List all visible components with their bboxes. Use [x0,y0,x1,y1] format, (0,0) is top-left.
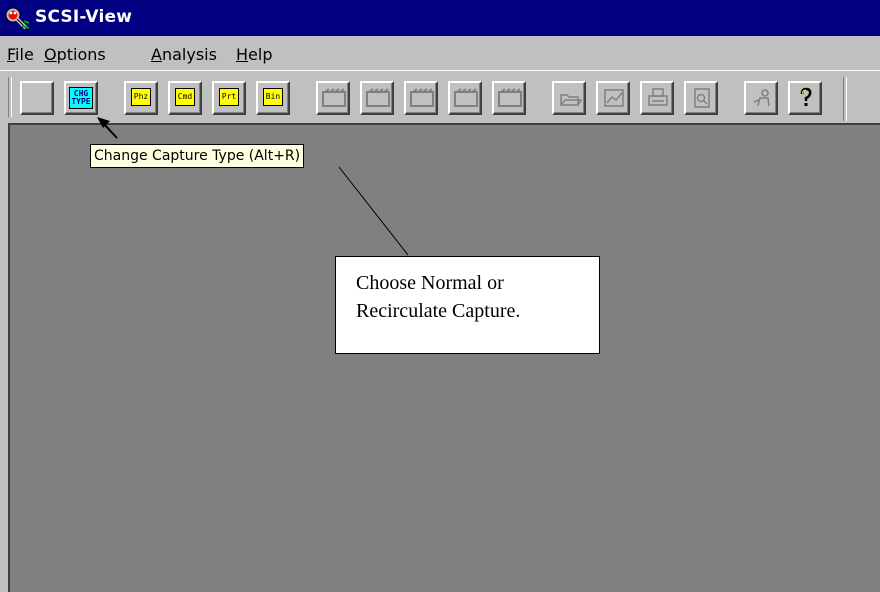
menu-help-mnemonic: H [236,45,249,64]
toolbar: CHG TYPE Phz Cmd Prt Bin [0,70,880,123]
toolbar-divider [843,77,847,121]
menu-file-mnemonic: F [7,45,16,64]
about-icon [753,89,770,107]
protocol-button[interactable]: Prt [212,81,246,115]
callout-line-2: Recirculate Capture. [356,300,521,322]
magnifier-bug-icon [5,7,30,30]
film-button-2[interactable] [360,81,394,115]
blank-button[interactable] [20,81,54,115]
menu-options-label: ptions [56,45,106,64]
protocol-icon: Prt [219,88,239,106]
print-icon [648,88,668,106]
film-icon-2 [366,88,390,107]
film-icon-1 [322,88,346,107]
phases-icon: Phz [131,88,151,106]
binary-data-icon: Bin [263,88,283,106]
main-workspace[interactable] [8,123,880,592]
menu-analysis-mnemonic: A [151,45,162,64]
tooltip: Change Capture Type (Alt+R) [90,144,305,168]
about-button[interactable] [744,81,778,115]
film-icon-4 [454,88,478,107]
callout-line-1: Choose Normal or [356,272,504,294]
print-preview-icon [694,88,710,108]
scsi-view-window: SCSI-View File Options Analysis Help CHG… [0,0,880,592]
print-preview-button[interactable] [684,81,718,115]
film-button-3[interactable] [404,81,438,115]
annotation-callout: Choose Normal or Recirculate Capture. [335,256,600,354]
change-capture-type-button[interactable]: CHG TYPE [64,81,98,115]
window-frame-left [0,123,8,592]
help-icon [800,87,812,106]
phases-button[interactable]: Phz [124,81,158,115]
menu-help-label: elp [248,45,273,64]
commands-button[interactable]: Cmd [168,81,202,115]
film-button-4[interactable] [448,81,482,115]
menu-analysis[interactable]: Analysis [151,45,217,64]
film-button-1[interactable] [316,81,350,115]
title-bar[interactable]: SCSI-View [0,0,880,36]
toolbar-grip [8,77,12,117]
change-capture-type-icon: CHG TYPE [69,87,93,109]
menu-file[interactable]: File [7,45,34,64]
commands-icon: Cmd [175,88,195,106]
menu-analysis-label: nalysis [161,45,217,64]
help-button[interactable] [788,81,822,115]
open-file-button[interactable] [552,81,586,115]
film-button-5[interactable] [492,81,526,115]
menu-options-mnemonic: O [44,45,57,64]
chart-icon [604,89,624,107]
menu-file-label: ile [15,45,34,64]
chart-button[interactable] [596,81,630,115]
window-title: SCSI-View [35,7,133,27]
print-button[interactable] [640,81,674,115]
menu-bar: File Options Analysis Help [0,36,880,70]
menu-help[interactable]: Help [236,45,272,64]
binary-data-button[interactable]: Bin [256,81,290,115]
film-icon-5 [498,88,522,107]
menu-options[interactable]: Options [44,45,106,64]
open-file-icon [560,94,582,106]
film-icon-3 [410,88,434,107]
